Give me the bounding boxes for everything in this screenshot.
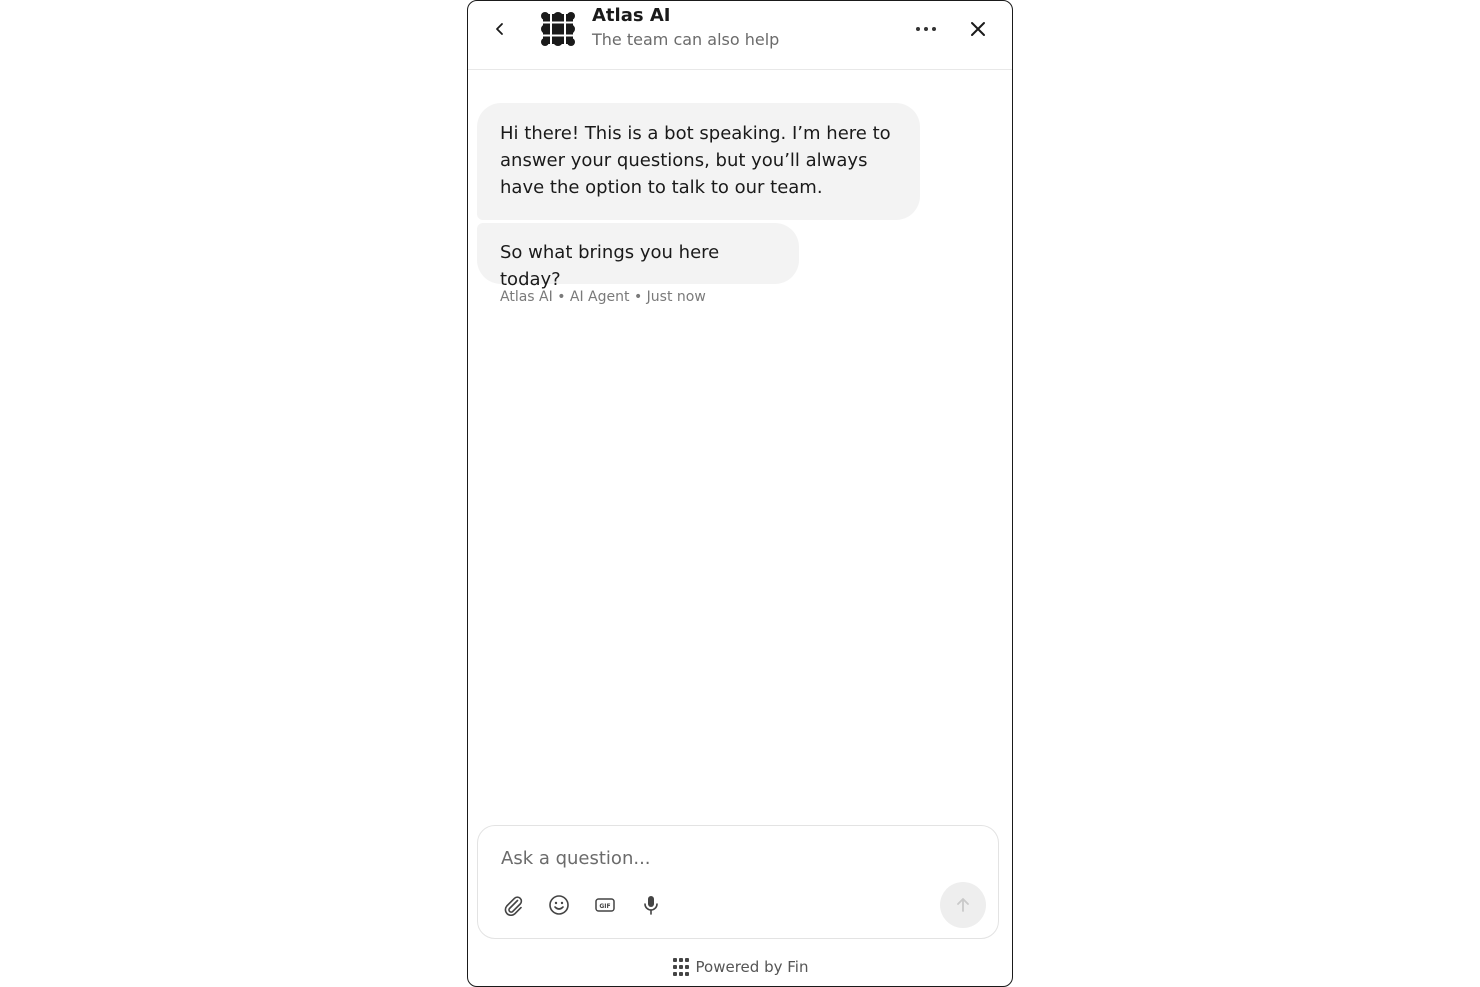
more-options-button[interactable] bbox=[908, 15, 944, 43]
question-input[interactable] bbox=[501, 844, 941, 872]
atlas-logo-icon bbox=[541, 12, 575, 46]
chat-title: Atlas AI bbox=[592, 5, 671, 26]
powered-by-link[interactable]: Powered by Fin bbox=[468, 955, 1012, 979]
voice-button[interactable] bbox=[638, 892, 664, 918]
bot-message: Hi there! This is a bot speaking. I’m he… bbox=[477, 103, 920, 220]
bot-message: So what brings you here today? bbox=[477, 223, 799, 290]
chat-subtitle: The team can also help bbox=[592, 30, 780, 49]
emoji-button[interactable] bbox=[546, 892, 572, 918]
microphone-icon bbox=[644, 896, 658, 915]
chat-widget: Atlas AI The team can also help Hi there… bbox=[467, 0, 1013, 987]
emoji-icon bbox=[549, 895, 569, 915]
more-horizontal-icon bbox=[916, 27, 936, 31]
gif-button[interactable]: GIF bbox=[592, 892, 618, 918]
composer: GIF bbox=[477, 825, 999, 939]
close-icon bbox=[971, 22, 985, 36]
fin-logo-icon bbox=[672, 958, 689, 976]
send-button[interactable] bbox=[940, 882, 986, 928]
chat-header: Atlas AI The team can also help bbox=[468, 1, 1012, 70]
powered-by-label: Powered by Fin bbox=[695, 958, 809, 976]
arrow-up-icon bbox=[957, 898, 969, 912]
back-button[interactable] bbox=[486, 15, 514, 43]
gif-icon: GIF bbox=[595, 898, 615, 912]
message-meta: Atlas AI • AI Agent • Just now bbox=[500, 289, 706, 305]
paperclip-icon bbox=[504, 896, 523, 916]
close-button[interactable] bbox=[964, 15, 992, 43]
svg-text:GIF: GIF bbox=[599, 903, 610, 910]
chevron-left-icon bbox=[496, 23, 503, 35]
attach-button[interactable] bbox=[500, 892, 526, 918]
